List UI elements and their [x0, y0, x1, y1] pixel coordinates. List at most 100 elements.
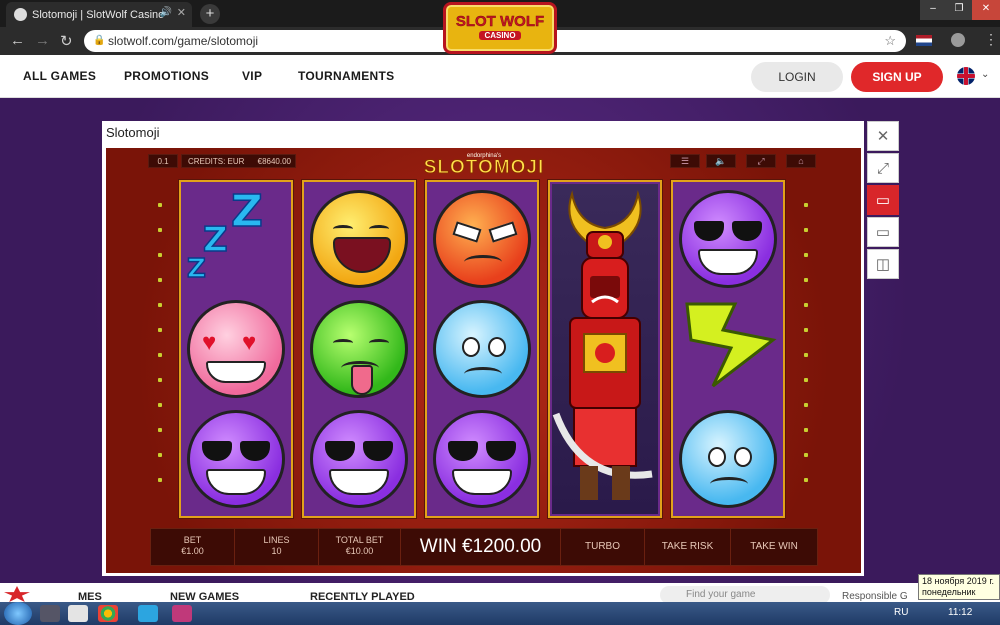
- netherlands-flag-icon[interactable]: [916, 35, 932, 46]
- uk-flag-icon[interactable]: [957, 67, 975, 85]
- close-icon[interactable]: ✕: [867, 121, 899, 151]
- lightning-symbol: [685, 302, 777, 388]
- logo-text: SLOT WOLF: [455, 13, 545, 30]
- take-risk-button[interactable]: TAKE RISK: [645, 529, 731, 565]
- credits-display: CREDITS: EUR €8640.00: [181, 154, 296, 168]
- lines-value: 10: [271, 546, 282, 556]
- bookmark-star-icon[interactable]: ☆: [884, 30, 896, 52]
- keyboard-language[interactable]: RU: [894, 607, 908, 618]
- browser-tab[interactable]: Slotomoji | SlotWolf Casino 🔊 ✕: [6, 2, 192, 27]
- game-canvas[interactable]: 0.1 CREDITS: EUR €8640.00 endorphina's S…: [106, 148, 861, 573]
- laughing-emoji: [310, 190, 408, 288]
- date-tooltip: 18 ноября 2019 г. понедельник: [918, 574, 1000, 600]
- window-close-button[interactable]: ✕: [972, 0, 1000, 20]
- credits-value: €8640.00: [257, 157, 291, 166]
- angry-emoji: [433, 190, 531, 288]
- browser-menu-icon[interactable]: ⋮: [984, 31, 998, 48]
- slotwolf-logo[interactable]: SLOT WOLF CASINO: [443, 2, 557, 54]
- tooltip-weekday: понедельник: [922, 587, 976, 597]
- sunglasses-emoji: [433, 410, 531, 508]
- smile-mouth: [206, 361, 266, 383]
- new-tab-button[interactable]: +: [200, 4, 220, 24]
- fullscreen-icon[interactable]: ⤢: [867, 153, 899, 183]
- sick-emoji: [310, 300, 408, 398]
- crying-emoji: [679, 410, 777, 508]
- slotomoji-logo: endorphina's SLOTOMOJI: [416, 153, 552, 179]
- app-icon[interactable]: [68, 605, 88, 622]
- logo-game-name: SLOTOMOJI: [423, 157, 545, 178]
- sound-icon[interactable]: 🔈: [706, 154, 736, 168]
- tab-close-icon[interactable]: ✕: [177, 6, 186, 19]
- heart-eyes-emoji: ♥ ♥: [187, 300, 285, 398]
- reel-2: [302, 180, 416, 518]
- site-header: ALL GAMES PROMOTIONS VIP TOURNAMENTS LOG…: [0, 55, 1000, 98]
- login-button[interactable]: LOGIN: [751, 62, 843, 92]
- nav-promotions[interactable]: PROMOTIONS: [124, 69, 209, 83]
- menu-icon[interactable]: ☰: [670, 154, 700, 168]
- credits-label: CREDITS: EUR: [188, 157, 245, 166]
- payline-markers-right: [804, 203, 812, 503]
- speaker-icon[interactable]: 🔊: [160, 7, 172, 18]
- signup-button[interactable]: SIGN UP: [851, 62, 943, 92]
- lock-icon: 🔒: [93, 35, 106, 46]
- payline-markers-left: [158, 203, 166, 503]
- chevron-down-icon[interactable]: ⌄: [981, 69, 989, 80]
- total-bet-value: €10.00: [345, 546, 374, 556]
- nav-all-games[interactable]: ALL GAMES: [23, 69, 96, 83]
- reel-4: [548, 180, 662, 518]
- total-bet-display: TOTAL BET €10.00: [319, 529, 401, 565]
- sunglasses-emoji: [679, 190, 777, 288]
- extension-icon[interactable]: [951, 33, 965, 47]
- lines-label: LINES: [263, 535, 290, 545]
- game-side-panel: ✕ ⤢ ▭ ▭ ◫: [867, 121, 899, 281]
- telegram-icon[interactable]: [138, 605, 158, 622]
- reload-icon[interactable]: ↻: [60, 32, 73, 50]
- turbo-button[interactable]: TURBO: [561, 529, 645, 565]
- tab-title: Slotomoji | SlotWolf Casino: [32, 8, 165, 21]
- bet-display[interactable]: BET €1.00: [151, 529, 235, 565]
- sunglasses-emoji: [187, 410, 285, 508]
- windows-start-icon[interactable]: [4, 602, 32, 625]
- explorer-icon[interactable]: [40, 605, 60, 622]
- minimize-button[interactable]: ‒: [920, 0, 946, 20]
- responsible-gaming-link[interactable]: Responsible G: [842, 591, 908, 602]
- heart-icon: ♥: [242, 329, 257, 356]
- fullscreen-icon[interactable]: ⤢: [746, 154, 776, 168]
- crying-emoji: [433, 300, 531, 398]
- forward-arrow-icon[interactable]: →: [35, 32, 50, 49]
- sunglasses-emoji: [310, 410, 408, 508]
- taskbar-clock[interactable]: 11:12: [948, 607, 972, 618]
- game-window-title: Slotomoji: [106, 125, 160, 140]
- tooltip-date: 18 ноября 2019 г.: [922, 576, 994, 586]
- site-favicon-icon: [14, 8, 27, 21]
- monitor-icon[interactable]: ▭: [867, 217, 899, 247]
- maximize-button[interactable]: ❐: [946, 0, 972, 20]
- zzz-symbol-small: Z: [186, 253, 206, 285]
- windows-taskbar: RU 11:12: [0, 602, 1000, 625]
- zzz-symbol: Z: [230, 185, 263, 238]
- bet-value: €1.00: [181, 546, 204, 556]
- heart-icon: ♥: [202, 329, 217, 356]
- monitor-icon[interactable]: ▭: [867, 185, 899, 215]
- reel-3: [425, 180, 539, 518]
- lower-nav-strip: MES NEW GAMES RECENTLY PLAYED Find your …: [0, 583, 1000, 604]
- samurai-wild-symbol: [552, 184, 658, 514]
- back-arrow-icon[interactable]: ←: [10, 32, 25, 49]
- logo-subtext: CASINO: [479, 31, 521, 40]
- url-text: slotwolf.com/game/slotomoji: [108, 34, 259, 48]
- total-bet-label: TOTAL BET: [335, 535, 384, 545]
- monitor-split-icon[interactable]: ◫: [867, 249, 899, 279]
- lines-display[interactable]: LINES 10: [235, 529, 319, 565]
- media-player-icon[interactable]: [172, 605, 192, 622]
- home-icon[interactable]: ⌂: [786, 154, 816, 168]
- bet-level-display: 0.1: [148, 154, 178, 168]
- game-window: Slotomoji 0.1 CREDITS: EUR €8640.00 endo…: [102, 121, 864, 576]
- nav-vip[interactable]: VIP: [242, 69, 262, 83]
- chrome-icon[interactable]: [98, 605, 118, 622]
- bet-label: BET: [183, 535, 202, 545]
- win-display: WIN €1200.00: [401, 529, 561, 565]
- take-win-button[interactable]: TAKE WIN: [731, 529, 817, 565]
- reel-5: [671, 180, 785, 518]
- nav-tournaments[interactable]: TOURNAMENTS: [298, 69, 394, 83]
- reel-1: Z Z Z ♥ ♥: [179, 180, 293, 518]
